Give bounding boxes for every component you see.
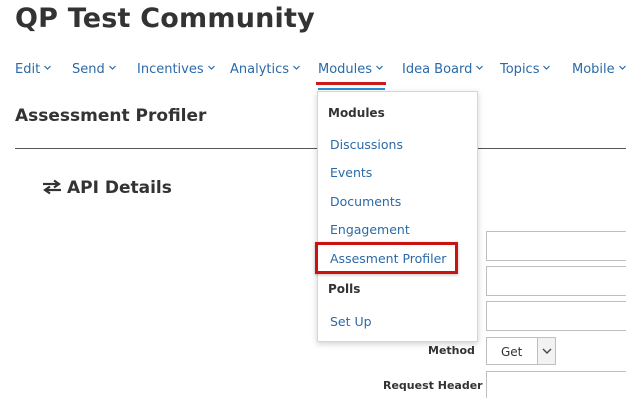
nav-item-edit[interactable]: Edit [15,62,52,77]
api-text-input[interactable] [486,266,626,296]
chevron-down-icon [476,64,484,71]
nav-item-label: Send [72,62,105,77]
menu-item-events[interactable]: Events [330,165,372,180]
nav-item-label: Modules [318,62,373,77]
active-tab-underline [318,88,386,90]
nav-item-send[interactable]: Send [72,62,116,77]
request-header-label: Request Header [383,379,483,392]
menu-item-set-up[interactable]: Set Up [330,314,372,329]
nav-item-topics[interactable]: Topics [500,62,551,77]
main-nav: Edit Send Incentives Analytics Modules I… [0,58,626,90]
nav-item-label: Mobile [572,62,615,77]
menu-item-engagement[interactable]: Engagement [330,222,410,237]
chevron-down-icon [376,64,383,71]
active-tab-annotation-underline [316,82,387,85]
menu-group-header: Polls [328,282,361,296]
menu-group-header: Modules [328,106,385,120]
chevron-down-icon [293,64,300,71]
chevron-down-icon [44,64,52,71]
api-text-input[interactable] [486,231,626,261]
nav-item-mobile[interactable]: Mobile [572,62,626,77]
api-text-input[interactable] [486,301,626,331]
menu-item-assesment-profiler[interactable]: Assesment Profiler [315,242,458,274]
nav-item-idea-board[interactable]: Idea Board [402,62,484,77]
nav-item-analytics[interactable]: Analytics [230,62,300,77]
nav-item-incentives[interactable]: Incentives [137,62,215,77]
nav-item-label: Incentives [137,62,204,77]
app-title: QP Test Community [15,3,315,34]
menu-item-documents[interactable]: Documents [330,194,401,209]
chevron-down-icon [108,64,116,71]
nav-item-label: Topics [500,62,540,77]
menu-item-discussions[interactable]: Discussions [330,137,403,152]
chevron-down-icon [207,64,215,71]
method-label: Method [428,344,475,357]
nav-item-label: Idea Board [402,62,473,77]
page-title: Assessment Profiler [15,106,207,126]
chevron-down-icon [542,348,552,354]
nav-item-modules[interactable]: Modules [316,62,387,90]
menu-item-label: Assesment Profiler [330,251,447,266]
exchange-arrows-icon [42,179,62,195]
nav-item-label: Edit [15,62,41,77]
method-select[interactable]: Get [486,337,556,365]
section-heading: API Details [42,178,172,198]
section-title: API Details [67,178,172,198]
request-header-input[interactable] [486,371,626,398]
select-arrow[interactable] [537,338,555,364]
chevron-down-icon [543,64,551,71]
method-select-value: Get [501,345,523,359]
chevron-down-icon [618,64,626,71]
nav-item-label: Analytics [230,62,290,77]
modules-dropdown-menu: Modules Discussions Events Documents Eng… [315,91,478,342]
